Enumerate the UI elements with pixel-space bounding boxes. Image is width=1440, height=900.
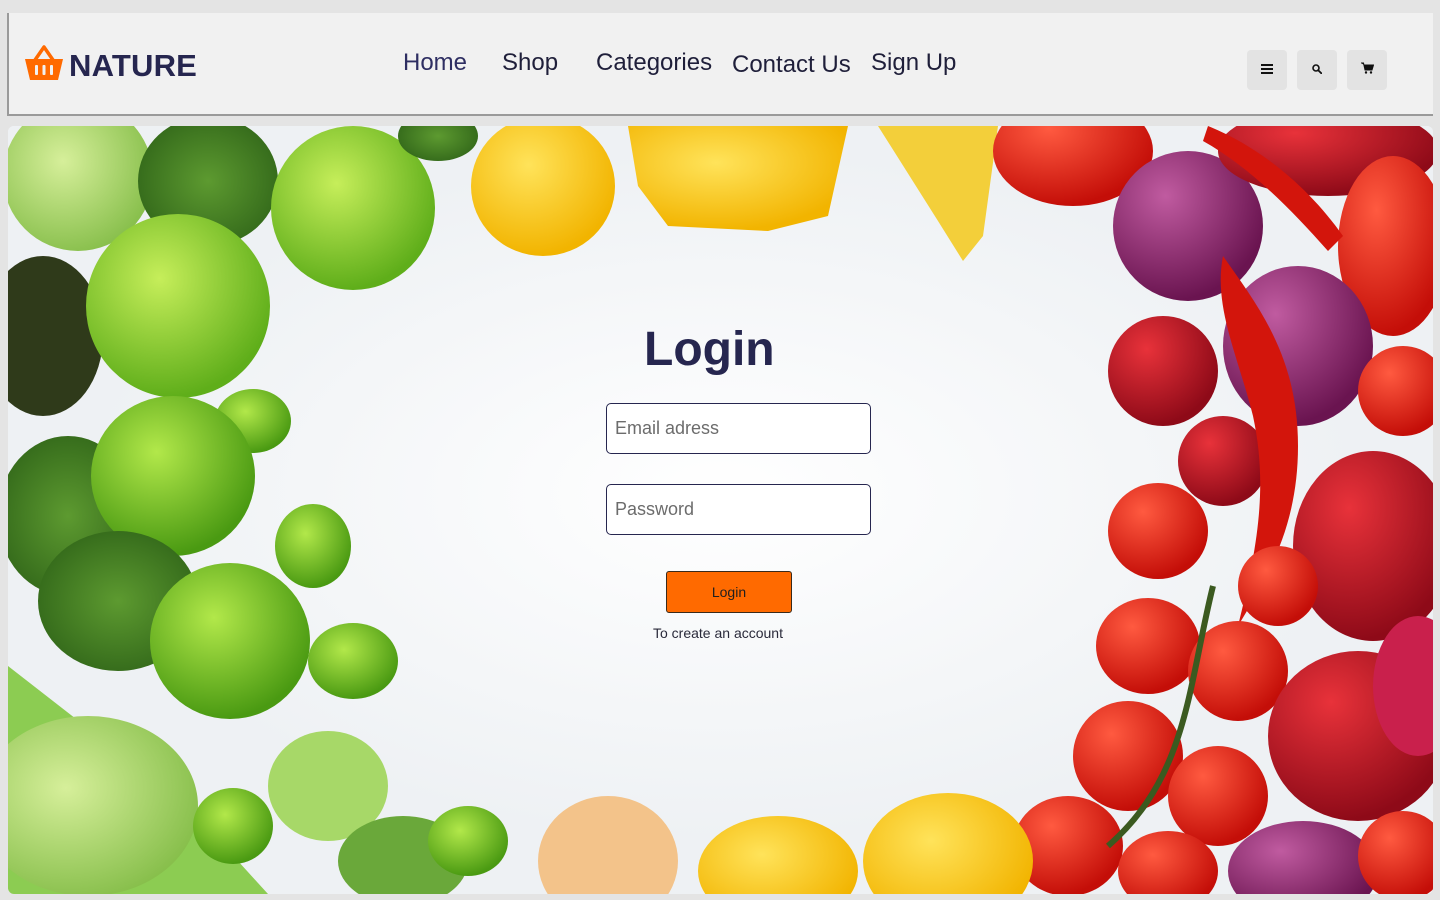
login-button[interactable]: Login <box>666 571 792 613</box>
cart-icon <box>1360 61 1374 79</box>
login-title: Login <box>644 323 775 376</box>
menu-button[interactable] <box>1247 50 1287 90</box>
nav-home[interactable]: Home <box>403 49 467 77</box>
brand-name: NATURE <box>69 47 198 83</box>
nav-categories[interactable]: Categories <box>596 49 712 77</box>
search-icon <box>1312 61 1323 79</box>
email-field[interactable] <box>606 403 871 454</box>
password-field[interactable] <box>606 484 871 535</box>
brand-logo[interactable]: NATURE <box>23 43 197 88</box>
hero-section: Login Login To create an account <box>8 126 1433 894</box>
navbar: NATURE Home Shop Categories Contact Us S… <box>7 13 1433 116</box>
nav-shop[interactable]: Shop <box>502 49 558 77</box>
nav-contact-us[interactable]: Contact Us <box>732 51 851 79</box>
create-account-link[interactable]: To create an account <box>653 625 783 641</box>
menu-icon <box>1261 61 1273 79</box>
nav-sign-up[interactable]: Sign Up <box>871 49 956 77</box>
search-button[interactable] <box>1297 50 1337 90</box>
cart-button[interactable] <box>1347 50 1387 90</box>
basket-icon <box>23 43 65 88</box>
